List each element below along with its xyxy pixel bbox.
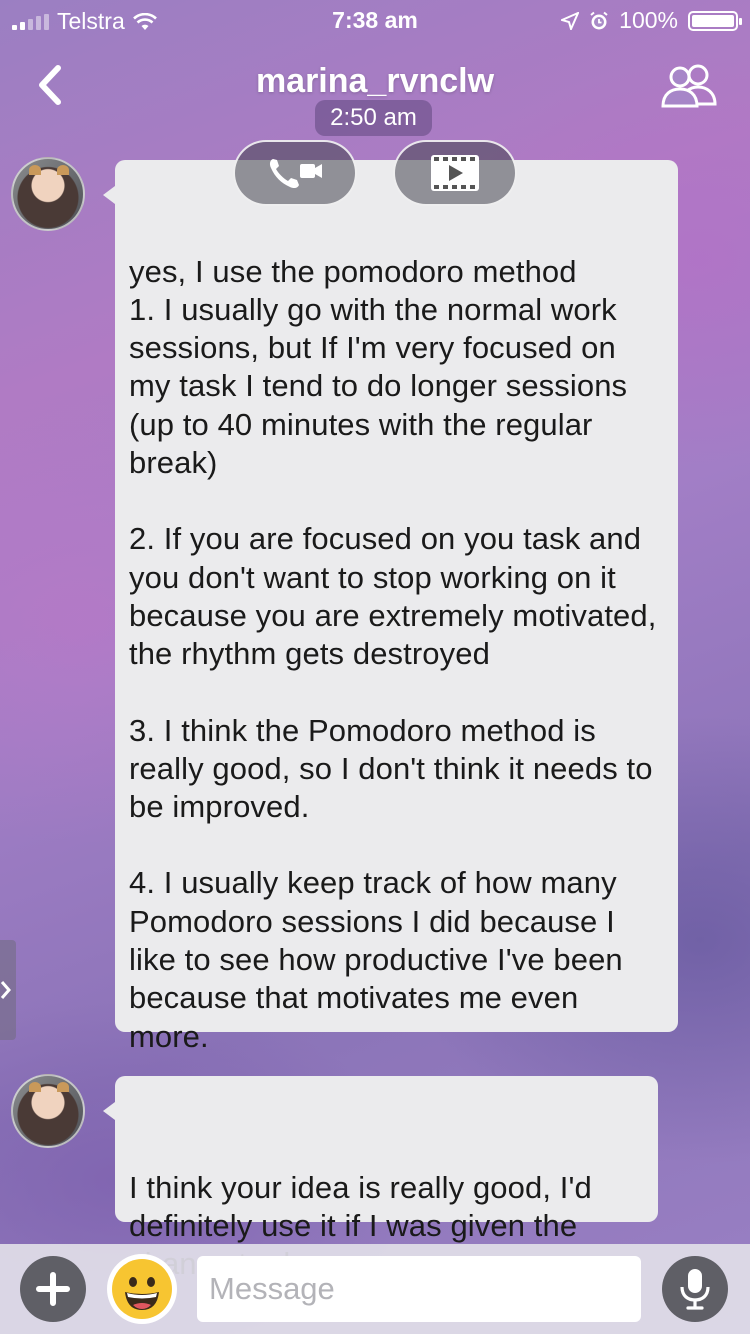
plus-icon [36, 1272, 70, 1306]
message-paragraph: 4. I usually keep track of how many Pomo… [129, 865, 632, 1054]
location-icon [561, 11, 580, 30]
smiley-icon [112, 1259, 172, 1319]
message-paragraph [129, 482, 664, 520]
message-bubble: I think your idea is really good, I'd de… [103, 1076, 658, 1281]
battery-level [692, 14, 734, 27]
microphone-icon [680, 1269, 710, 1310]
message-paragraph: 3. I think the Pomodoro method is really… [129, 712, 662, 825]
message-paragraph [129, 674, 664, 712]
message-bubble: yes, I use the pomodoro method 1. I usua… [103, 160, 678, 1054]
members-icon [661, 64, 717, 108]
add-button[interactable] [20, 1256, 86, 1322]
message-paragraph [129, 826, 664, 864]
sticker-button[interactable] [107, 1254, 177, 1324]
sender-avatar[interactable] [11, 157, 85, 231]
message-timestamp: 2:50 am [315, 100, 432, 136]
phone-video-icon [269, 159, 322, 189]
voice-record-button[interactable] [662, 1256, 728, 1322]
chat-header: marina_rvnclw 2:50 am [0, 40, 750, 140]
voice-call-button[interactable] [233, 140, 357, 206]
battery-percent: 100% [619, 7, 678, 33]
status-indicators: 100% [561, 7, 742, 34]
message-paragraph: 2. If you are focused on you task and yo… [129, 521, 666, 672]
alarm-icon [590, 11, 608, 29]
side-drawer-handle[interactable] [0, 940, 16, 1040]
screening-room-button[interactable] [393, 140, 517, 206]
status-bar: Telstra 7:38 am 100% [0, 0, 750, 40]
members-button[interactable] [658, 62, 720, 108]
sender-avatar[interactable] [11, 1074, 85, 1148]
chevron-right-icon [0, 981, 11, 999]
message-input[interactable] [197, 1256, 641, 1322]
video-play-icon [431, 155, 479, 191]
message-paragraph: yes, I use the pomodoro method 1. I usua… [129, 253, 628, 481]
battery-icon [688, 10, 742, 31]
message-composer [0, 1244, 750, 1334]
chat-title[interactable]: marina_rvnclw [0, 62, 750, 101]
